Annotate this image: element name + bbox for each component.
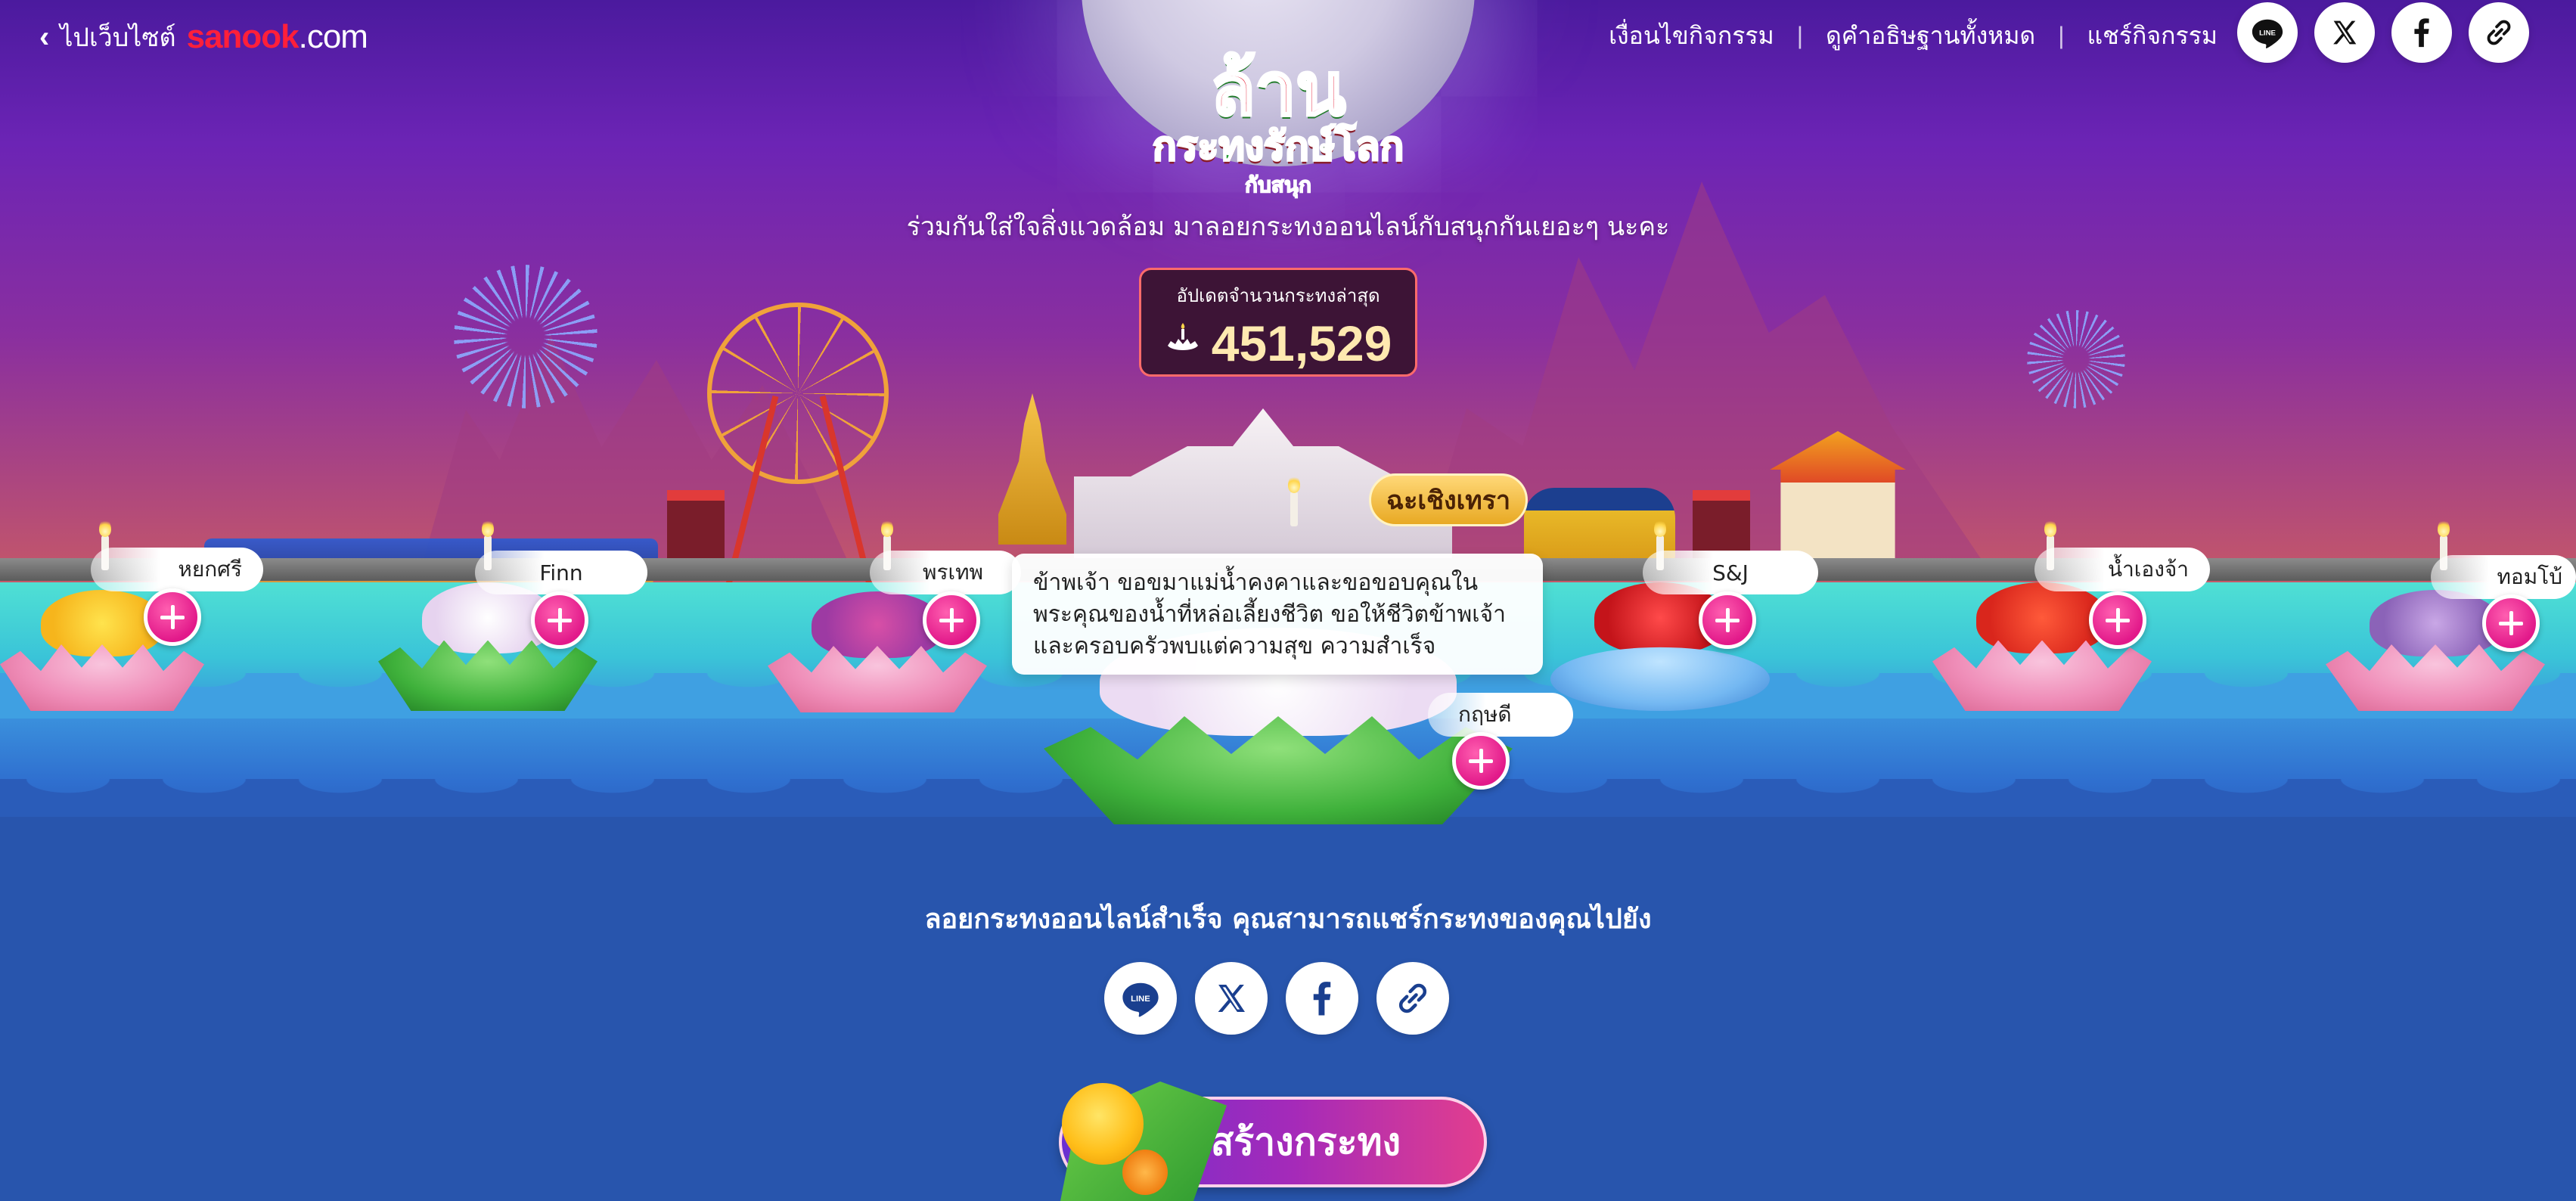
copy-link-button[interactable] — [1376, 962, 1449, 1035]
krathong-name-1: หยกศรี — [91, 548, 263, 591]
line-icon: LINE — [2252, 19, 2283, 48]
ticket-booth-left — [667, 490, 725, 558]
krathong-add-button-4[interactable] — [1452, 732, 1510, 790]
krathong-add-button-2[interactable] — [531, 591, 588, 649]
logo-main-text: ล้าน — [1209, 47, 1347, 132]
krathong-add-button-7[interactable] — [2482, 594, 2540, 652]
line-icon-text: LINE — [2259, 29, 2276, 37]
krathong-icon — [1165, 321, 1201, 366]
chevron-left-icon: ‹ — [39, 20, 50, 54]
counter-label: อัปเดตจำนวนกระทงล่าสุด — [1176, 285, 1380, 306]
sanook-logo: sanook.com — [187, 18, 368, 56]
facebook-share-button[interactable] — [2391, 2, 2452, 63]
marigold-decoration — [1062, 1083, 1144, 1165]
marigold-decoration — [1122, 1150, 1168, 1195]
line-icon-text: LINE — [1131, 995, 1150, 1004]
krathong-add-button-3[interactable] — [923, 591, 980, 649]
krathong-name-3: พรเทพ — [870, 551, 1021, 594]
counter-value: 451,529 — [1211, 315, 1392, 371]
facebook-icon — [1313, 982, 1331, 1016]
logo-sub-text: กระทงรักษ์โลก — [1152, 124, 1405, 169]
nav-link-all-wishes[interactable]: ดูคำอธิษฐานทั้งหมด — [1826, 17, 2035, 55]
krathong-name-5: S&J — [1643, 551, 1818, 594]
event-logo: ล้าน กระทงรักษ์โลก กับสนุก — [1134, 47, 1422, 202]
facebook-icon — [2414, 18, 2429, 48]
brand-main: sanook — [186, 18, 299, 55]
link-icon — [2487, 20, 2511, 45]
x-icon — [1218, 985, 1245, 1012]
copy-link-button[interactable] — [2469, 2, 2529, 63]
line-share-button[interactable]: LINE — [2237, 2, 2298, 63]
nav-separator: | — [2058, 21, 2065, 49]
nav-link-share-activity[interactable]: แชร์กิจกรรม — [2087, 17, 2218, 55]
facebook-share-button[interactable] — [1286, 962, 1358, 1035]
x-share-button[interactable] — [1195, 962, 1268, 1035]
krathong-base — [378, 640, 597, 711]
krathong-base — [1550, 647, 1770, 711]
x-share-button[interactable] — [2314, 2, 2375, 63]
firework-left — [454, 265, 597, 408]
golden-buddha — [998, 393, 1066, 545]
krathong-add-button-6[interactable] — [2089, 591, 2146, 649]
bottom-share-buttons: LINE — [1104, 962, 1449, 1035]
krathong-base — [0, 644, 204, 711]
link-icon — [1398, 983, 1427, 1013]
share-section-title: ลอยกระทงออนไลน์สำเร็จ คุณสามารถแชร์กระทง… — [924, 904, 1652, 935]
nav-separator: | — [1796, 21, 1803, 49]
ferris-wheel — [707, 303, 889, 484]
top-share-buttons: LINE — [2237, 2, 2529, 63]
x-icon — [2333, 20, 2357, 45]
krathong-add-button-5[interactable] — [1699, 591, 1756, 649]
top-nav: เงื่อนไขกิจกรรม | ดูคำอธิษฐานทั้งหมด | แ… — [1609, 17, 2218, 54]
krathong-name-6: น้ำเองจ้า — [2034, 548, 2210, 591]
tagline: ร่วมกันใส่ใจสิ่งแวดล้อม มาลอยกระทงออนไลน… — [906, 212, 1670, 242]
brand-suffix: .com — [298, 18, 368, 55]
nav-link-terms[interactable]: เงื่อนไขกิจกรรม — [1609, 17, 1774, 55]
logo-tiny-text: กับสนุก — [1244, 172, 1311, 198]
wish-card: ข้าพเจ้า ขอขมาแม่น้ำคงคาและขอขอบคุณในพระ… — [1012, 554, 1543, 675]
back-label: ไปเว็บไซต์ — [60, 23, 176, 52]
tuktuk — [1524, 488, 1675, 563]
krathong-base — [2326, 644, 2545, 711]
candle — [1288, 475, 1300, 526]
ticket-booth-right — [1693, 490, 1750, 558]
location-badge: ฉะเชิงเทรา — [1369, 473, 1528, 526]
krathong-name-7: ทอมโบ้ — [2431, 555, 2576, 599]
firework-right — [2027, 310, 2125, 408]
krathong-base — [768, 646, 987, 712]
krathong-name-2: Finn — [475, 551, 647, 594]
back-to-site-link[interactable]: ‹ ไปเว็บไซต์ sanook.com — [39, 18, 368, 56]
krathong-base — [1932, 640, 2152, 711]
line-icon: LINE — [1122, 982, 1159, 1017]
line-share-button[interactable]: LINE — [1104, 962, 1177, 1035]
krathong-counter: อัปเดตจำนวนกระทงล่าสุด 451,529 — [1139, 268, 1417, 377]
krathong-add-button-1[interactable] — [144, 588, 201, 646]
